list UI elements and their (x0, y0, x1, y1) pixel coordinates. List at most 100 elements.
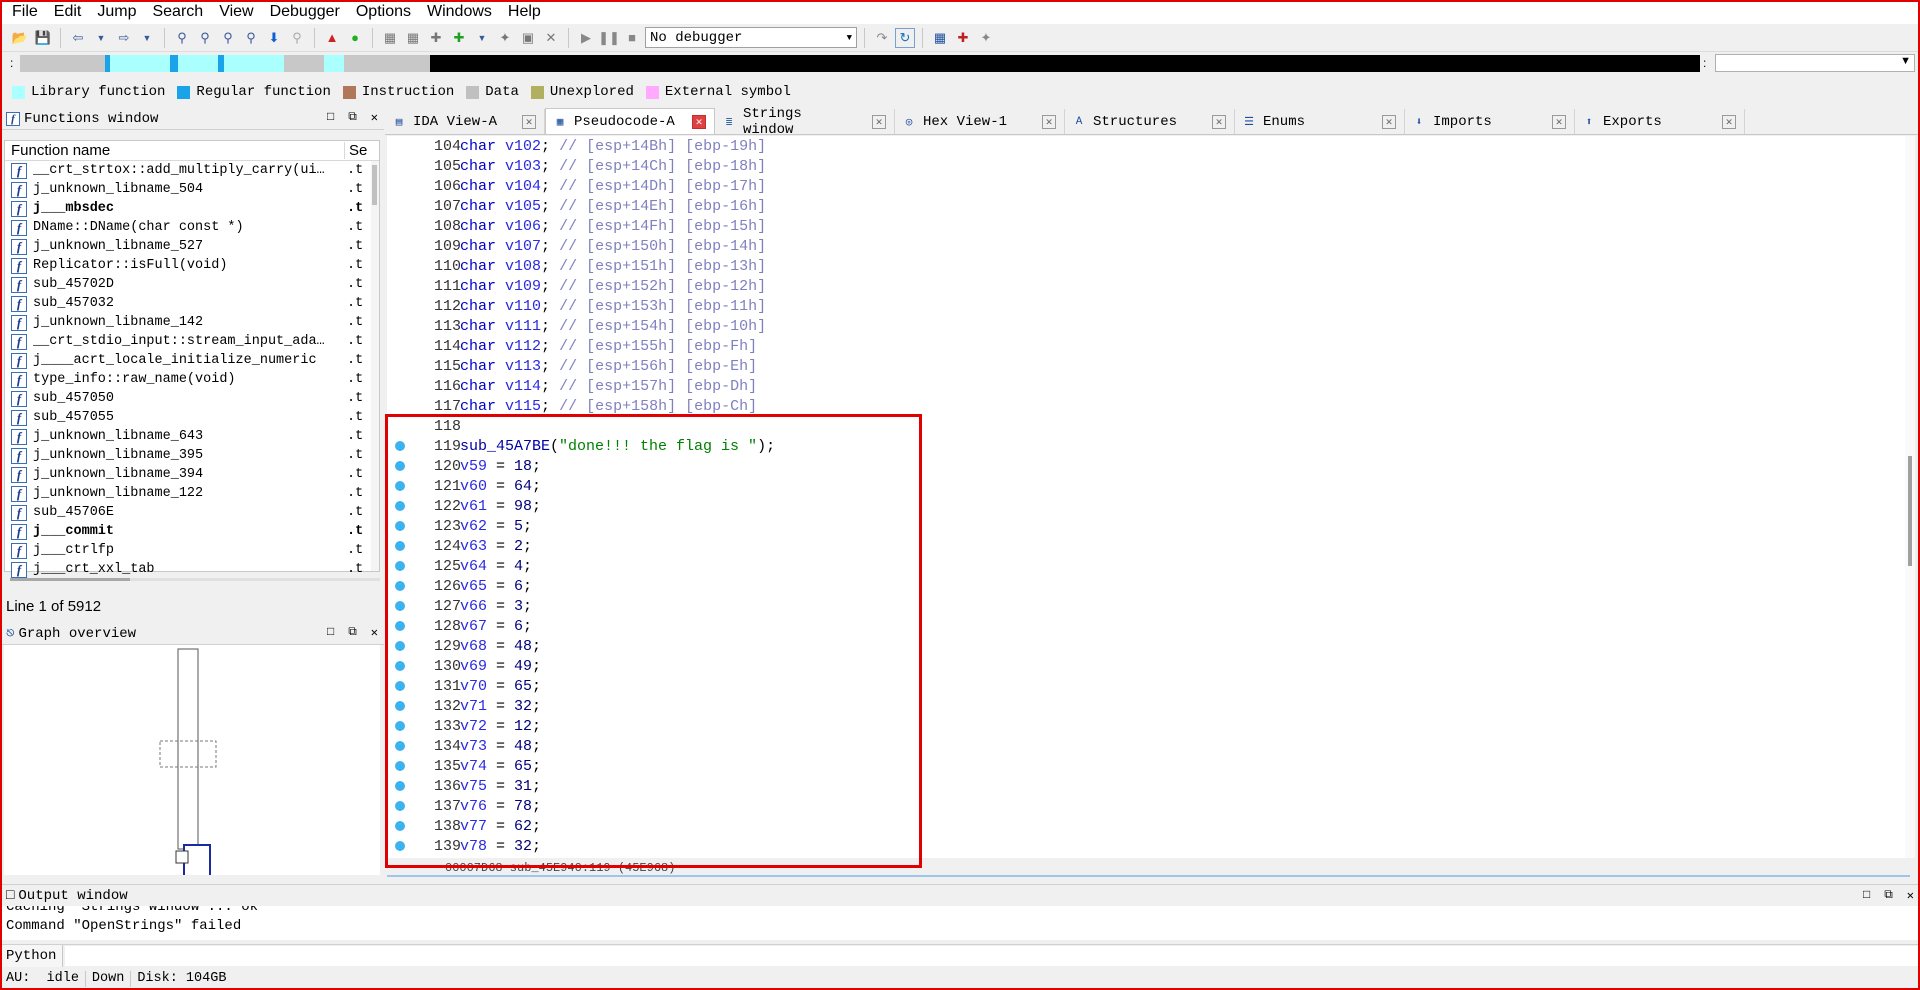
code-line[interactable]: 135 v74 = 65; (387, 756, 1887, 776)
code-line[interactable]: 139 v78 = 32; (387, 836, 1887, 856)
menu-help[interactable]: Help (500, 0, 549, 24)
function-row[interactable]: f j_unknown_libname_527 .t (5, 237, 379, 256)
code-line[interactable]: 110 char v108; // [esp+151h] [ebp-13h] (387, 256, 1887, 276)
functions-scrollbar[interactable] (371, 161, 379, 571)
stop-icon[interactable]: ■ (622, 28, 642, 48)
function-row[interactable]: f j____acrt_locale_initialize_numeric .t (5, 351, 379, 370)
search-disabled-icon[interactable]: ⚲ (287, 28, 307, 48)
add-node-icon[interactable]: ✚ (426, 28, 446, 48)
function-row[interactable]: f Replicator::isFull(void) .t (5, 256, 379, 275)
function-row[interactable]: f j___commit .t (5, 522, 379, 541)
close-icon[interactable]: ✕ (371, 110, 378, 125)
navigation-band[interactable] (20, 55, 1700, 72)
close-x-icon[interactable]: ✕ (541, 28, 561, 48)
breakpoint-dot[interactable] (395, 501, 405, 511)
code-line[interactable]: 116 char v114; // [esp+157h] [ebp-Dh] (387, 376, 1887, 396)
search-immediate-icon[interactable]: ⚲ (241, 28, 261, 48)
scrollbar-thumb[interactable] (372, 165, 377, 205)
jump-down-arrow-icon[interactable]: ⬇ (264, 28, 284, 48)
breakpoint-dot[interactable] (395, 561, 405, 571)
attach-process-icon[interactable]: ↷ (872, 28, 892, 48)
search-text-icon[interactable]: ⚲ (172, 28, 192, 48)
close-icon[interactable]: ✕ (522, 114, 536, 129)
code-line[interactable]: 132 v71 = 32; (387, 696, 1887, 716)
code-line[interactable]: 113 char v111; // [esp+154h] [ebp-10h] (387, 316, 1887, 336)
close-icon[interactable]: ✕ (1722, 114, 1736, 129)
breakpoint-dot[interactable] (395, 821, 405, 831)
close-icon[interactable]: ✕ (1907, 888, 1914, 903)
breakpoint-dot[interactable] (395, 841, 405, 851)
breakpoint-dot[interactable] (395, 621, 405, 631)
patch-icon[interactable]: ✦ (495, 28, 515, 48)
plus-green-icon[interactable]: ✚ (449, 28, 469, 48)
function-row[interactable]: f sub_45702D .t (5, 275, 379, 294)
code-hscrollbar[interactable] (387, 875, 1910, 877)
function-row[interactable]: f j___crt_xxl_tab .t (5, 560, 379, 579)
search-binary-icon[interactable]: ⚲ (195, 28, 215, 48)
column-segment[interactable]: Se (345, 142, 367, 159)
segment-icon[interactable]: ▦ (380, 28, 400, 48)
functions-hscrollbar[interactable] (10, 578, 380, 581)
close-icon[interactable]: ✕ (1382, 114, 1396, 129)
breakpoint-dot[interactable] (395, 741, 405, 751)
function-row[interactable]: f j_unknown_libname_142 .t (5, 313, 379, 332)
image-icon[interactable]: ▣ (518, 28, 538, 48)
function-row[interactable]: f __crt_stdio_input::stream_input_ada… .t (5, 332, 379, 351)
chevron-down-icon[interactable]: ▼ (137, 28, 157, 48)
close-icon[interactable]: ✕ (1552, 114, 1566, 129)
scrollbar-thumb[interactable] (10, 578, 130, 581)
function-row[interactable]: f j_unknown_libname_122 .t (5, 484, 379, 503)
code-line[interactable]: 109 char v107; // [esp+150h] [ebp-14h] (387, 236, 1887, 256)
tools-icon[interactable]: ✦ (976, 28, 996, 48)
open-folder-icon[interactable]: 📂 (10, 28, 30, 48)
menu-jump[interactable]: Jump (89, 0, 144, 24)
tab-enums[interactable]: ☰ Enums ✕ (1235, 109, 1405, 134)
tab-exports[interactable]: ⬆ Exports ✕ (1575, 109, 1745, 134)
breakpoint-dot[interactable] (395, 441, 405, 451)
restore-icon[interactable]: □ (327, 625, 334, 640)
breakpoint-dot[interactable] (395, 701, 405, 711)
code-line[interactable]: 136 v75 = 31; (387, 776, 1887, 796)
menu-debugger[interactable]: Debugger (262, 0, 348, 24)
code-line[interactable]: 123 v62 = 5; (387, 516, 1887, 536)
function-row[interactable]: f j_unknown_libname_643 .t (5, 427, 379, 446)
tab-imports[interactable]: ⬇ Imports ✕ (1405, 109, 1575, 134)
graph-overview-canvas[interactable] (4, 645, 380, 880)
float-icon[interactable]: ⧉ (348, 625, 357, 640)
debugger-select[interactable]: No debugger ▼ (645, 27, 857, 48)
chevron-down-icon[interactable]: ▼ (91, 28, 111, 48)
code-line[interactable]: 122 v61 = 98; (387, 496, 1887, 516)
code-line[interactable]: 134 v73 = 48; (387, 736, 1887, 756)
close-icon[interactable]: ✕ (371, 625, 378, 640)
search-next-icon[interactable]: ⚲ (218, 28, 238, 48)
code-line[interactable]: 129 v68 = 48; (387, 636, 1887, 656)
green-circle-icon[interactable]: ● (345, 28, 365, 48)
code-line[interactable]: 107 char v105; // [esp+14Eh] [ebp-16h] (387, 196, 1887, 216)
code-line[interactable]: 130 v69 = 49; (387, 656, 1887, 676)
close-icon[interactable]: ✕ (1212, 114, 1226, 129)
function-row[interactable]: f j_unknown_libname_504 .t (5, 180, 379, 199)
function-row[interactable]: f j___mbsdec .t (5, 199, 379, 218)
code-line[interactable]: 124 v63 = 2; (387, 536, 1887, 556)
breakpoint-dot[interactable] (395, 541, 405, 551)
menu-search[interactable]: Search (144, 0, 211, 24)
function-row[interactable]: f sub_457032 .t (5, 294, 379, 313)
forward-arrow-icon[interactable]: ⇨ (114, 28, 134, 48)
code-scrollbar[interactable] (1905, 136, 1915, 858)
navigation-combo[interactable]: ▼ (1715, 54, 1915, 72)
menu-edit[interactable]: Edit (46, 0, 90, 24)
menu-options[interactable]: Options (348, 0, 419, 24)
code-line[interactable]: 127 v66 = 3; (387, 596, 1887, 616)
refresh-icon[interactable]: ↻ (895, 27, 915, 48)
restore-icon[interactable]: □ (327, 110, 334, 125)
breakpoint-dot[interactable] (395, 581, 405, 591)
code-line[interactable]: 118 (387, 416, 1887, 436)
menu-view[interactable]: View (211, 0, 261, 24)
function-row[interactable]: f type_info::raw_name(void) .t (5, 370, 379, 389)
tab-ida-view-a[interactable]: ▤ IDA View-A ✕ (385, 109, 545, 134)
function-row[interactable]: f j_unknown_libname_394 .t (5, 465, 379, 484)
function-row[interactable]: f DName::DName(char const *) .t (5, 218, 379, 237)
tab-pseudocode-a[interactable]: ▦ Pseudocode-A ✕ (545, 108, 715, 134)
code-line[interactable]: 126 v65 = 6; (387, 576, 1887, 596)
breakpoint-dot[interactable] (395, 661, 405, 671)
